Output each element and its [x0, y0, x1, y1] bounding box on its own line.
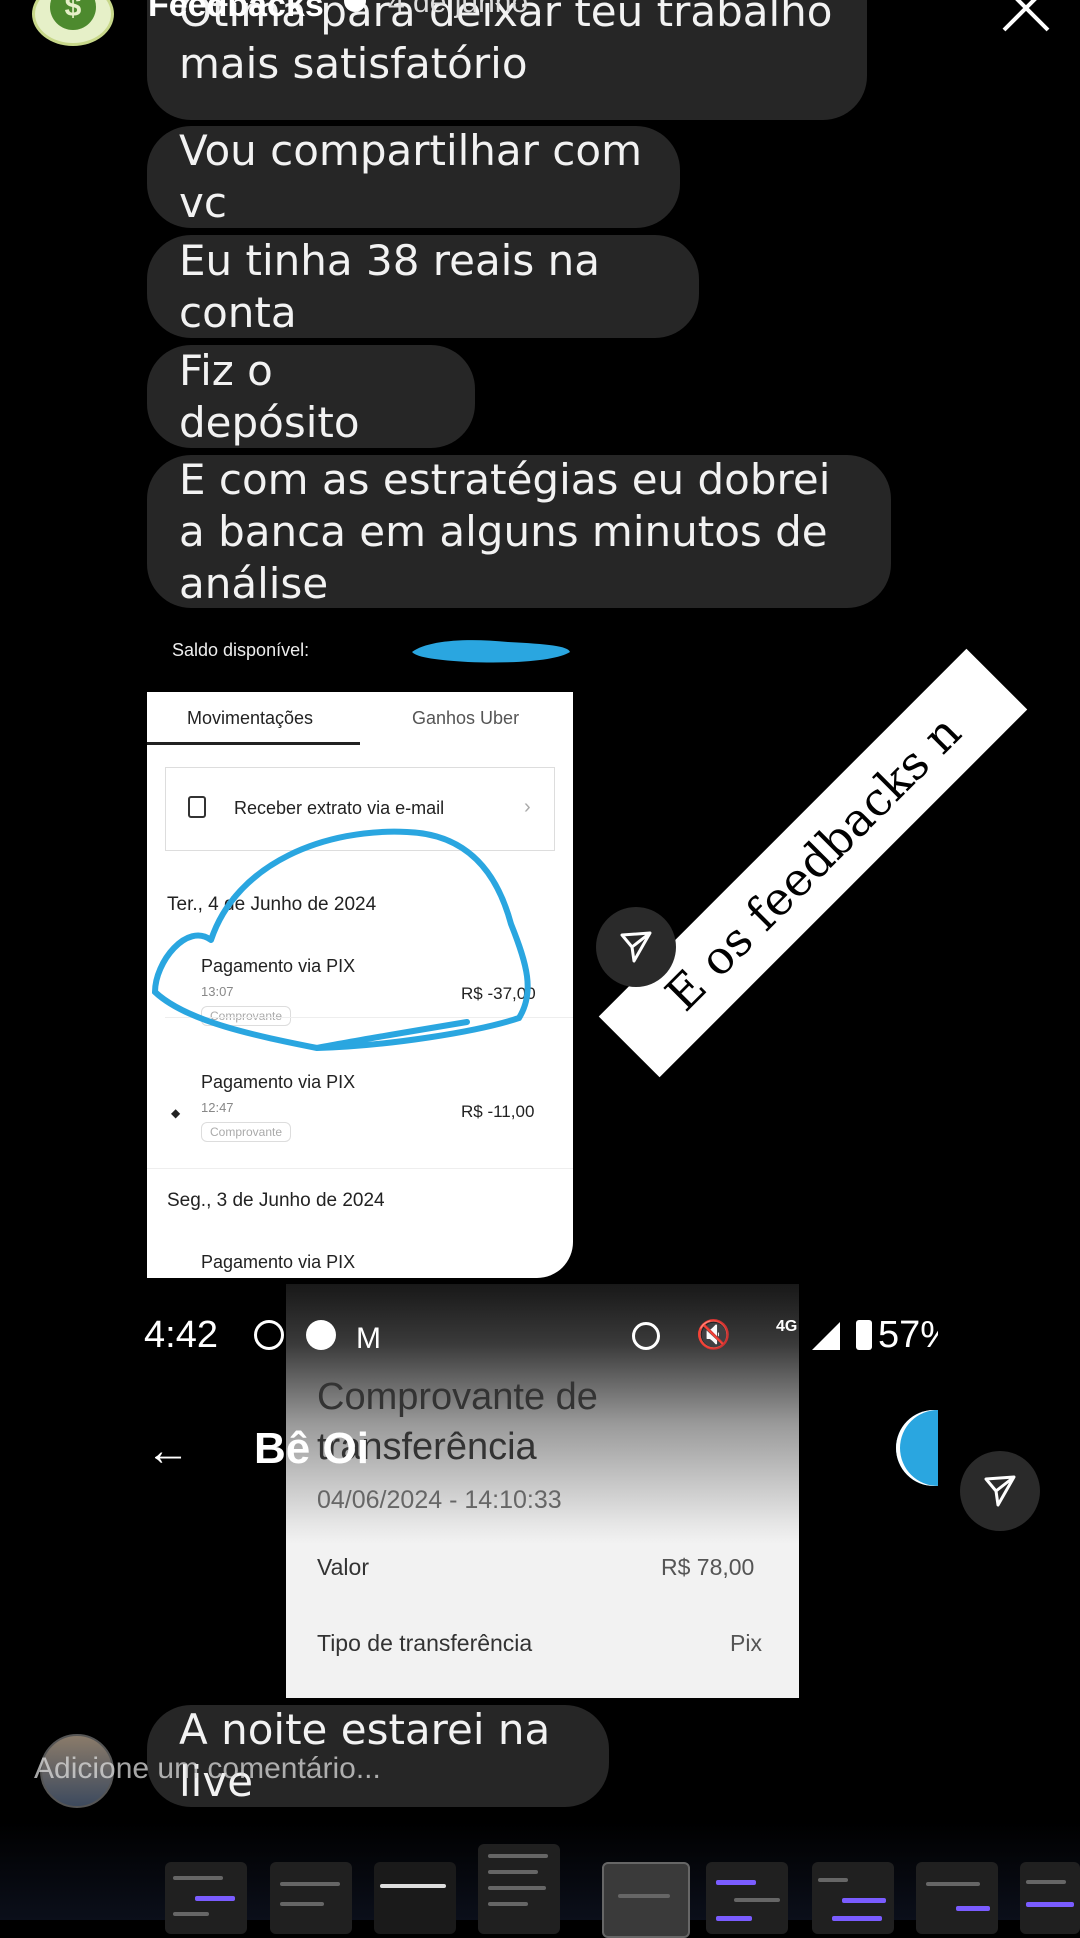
highlight-scribble [151, 828, 531, 1052]
story-thumbnail[interactable] [1020, 1862, 1080, 1934]
comment-input[interactable]: Adicione um comentário... [34, 1752, 381, 1786]
back-arrow-icon[interactable]: ← [146, 1426, 190, 1476]
receipt-datetime: 04/06/2024 - 14:10:33 [317, 1486, 562, 1514]
share-button[interactable] [596, 907, 676, 987]
network-label: 4G [776, 1318, 798, 1335]
story-text: E os feedbacks n param [598, 648, 1028, 1078]
account-name[interactable]: Feedbacks [148, 0, 324, 25]
mute-icon: 🔇 [696, 1319, 731, 1350]
balance-label: Saldo disponível: [172, 640, 310, 660]
story-thumbnail[interactable] [374, 1862, 456, 1934]
story-thumbnail[interactable] [478, 1844, 560, 1934]
facebook-icon [306, 1320, 336, 1350]
statement-card: Movimentações Ganhos Uber Receber extrat… [147, 692, 573, 1278]
share-button[interactable] [960, 1451, 1040, 1531]
gmail-icon: M [356, 1322, 381, 1355]
whatsapp-icon [254, 1320, 284, 1350]
story-thumbnail[interactable] [916, 1862, 998, 1934]
story-thumbnail[interactable] [706, 1862, 788, 1934]
alarm-icon [632, 1322, 660, 1350]
check-circle-icon [896, 1410, 938, 1486]
receipt-title: Comprovante de [317, 1376, 598, 1418]
signal-icon [812, 1322, 840, 1350]
value-label: Valor [317, 1554, 369, 1580]
send-icon [620, 931, 652, 963]
battery-level: 57% [878, 1314, 938, 1356]
dollar-icon: $ [50, 0, 96, 30]
message-bubble: E com as estratégias eu dobrei a banca e… [147, 455, 891, 608]
send-icon [984, 1475, 1016, 1507]
type-value: Pix [730, 1630, 762, 1656]
type-label: Tipo de transferência [317, 1630, 533, 1656]
story-thumbnail[interactable] [165, 1862, 247, 1934]
story-thumbnail[interactable] [602, 1862, 690, 1938]
value-amount: R$ 78,00 [661, 1554, 755, 1580]
message-bubble: Fiz o depósito [147, 345, 475, 448]
post-date: 4 de junho [388, 0, 529, 19]
story-thumbnail[interactable] [812, 1862, 894, 1934]
message-bubble: Eu tinha 38 reais na conta [147, 235, 699, 338]
status-time: 4:42 [144, 1314, 218, 1356]
story-thumbnail[interactable] [270, 1862, 352, 1934]
close-icon[interactable] [996, 0, 1056, 34]
battery-icon [856, 1320, 872, 1350]
account-avatar[interactable]: $ [32, 0, 114, 46]
chat-name: Bê Oi [254, 1424, 369, 1473]
message-bubble: Vou compartilhar com vc [147, 126, 680, 228]
balance-scribble [408, 636, 574, 668]
